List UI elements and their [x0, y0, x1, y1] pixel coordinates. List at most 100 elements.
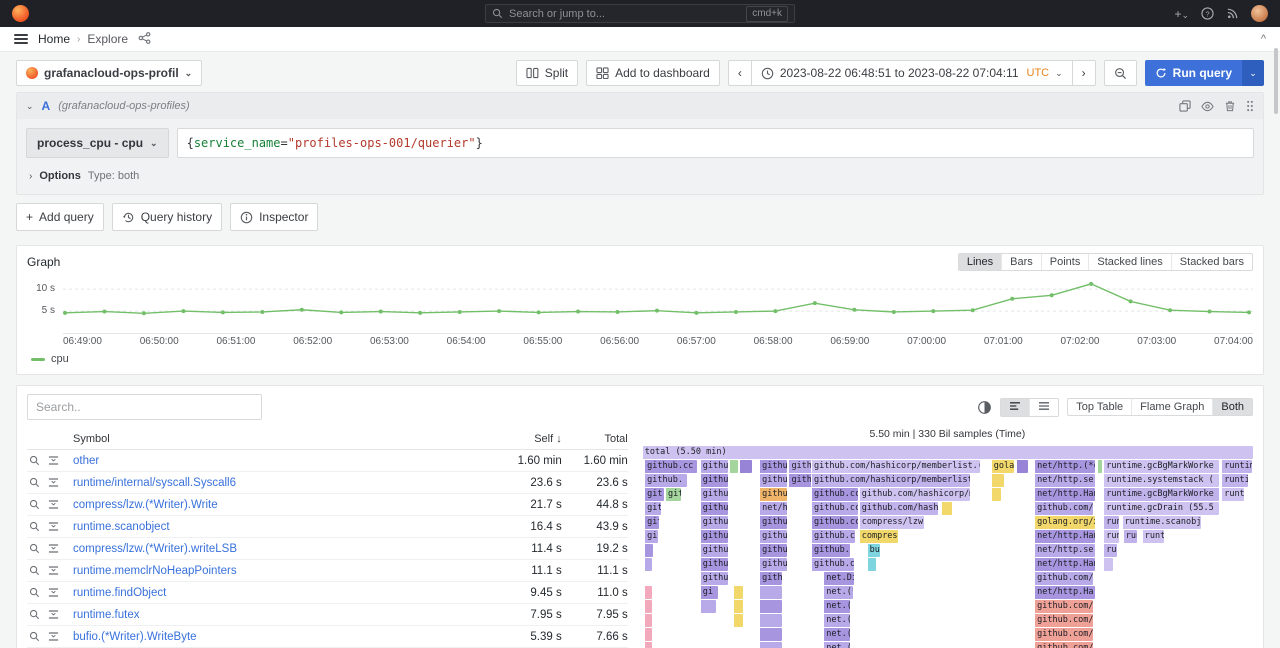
col-self[interactable]: Self ↓: [482, 433, 562, 445]
flame-block[interactable]: [644, 544, 653, 557]
flame-block[interactable]: git: [644, 516, 659, 529]
flame-block[interactable]: github.com/g: [1034, 642, 1093, 648]
flame-block[interactable]: runtime.gcBgMarkWorke: [1103, 460, 1219, 473]
flame-block[interactable]: [991, 474, 1004, 487]
flame-block[interactable]: github.c: [811, 530, 855, 543]
menu-toggle-icon[interactable]: [14, 32, 28, 46]
flame-block[interactable]: githu: [700, 502, 728, 515]
flame-block[interactable]: [991, 488, 1001, 501]
flame-block[interactable]: githu: [759, 544, 787, 557]
flame-block[interactable]: net.(: [823, 600, 850, 613]
flame-block[interactable]: githu: [759, 460, 787, 473]
inspector-button[interactable]: Inspector: [230, 203, 318, 231]
time-range-picker[interactable]: 2023-08-22 06:48:51 to 2023-08-22 07:04:…: [751, 60, 1072, 86]
flame-block[interactable]: github.com/f: [1034, 614, 1093, 627]
flame-block[interactable]: net/h: [759, 502, 787, 515]
flame-block[interactable]: [1016, 460, 1028, 473]
flame-block[interactable]: githu: [700, 460, 728, 473]
flame-block[interactable]: net.(: [823, 642, 850, 648]
help-icon[interactable]: ?: [1201, 7, 1214, 20]
flame-block[interactable]: runti: [1221, 474, 1248, 487]
flame-block[interactable]: [700, 600, 716, 613]
graph-mode-bars[interactable]: Bars: [1001, 254, 1041, 270]
flame-block[interactable]: [644, 642, 652, 648]
new-menu-button[interactable]: +⌄: [1174, 7, 1189, 21]
query-expression-input[interactable]: {service_name="profiles-ops-001/querier"…: [177, 128, 1254, 158]
sandwich-view-icon[interactable]: [48, 565, 59, 576]
graph-mode-lines[interactable]: Lines: [959, 254, 1001, 270]
flame-block[interactable]: [739, 460, 752, 473]
hide-query-icon[interactable]: [1201, 101, 1214, 112]
symbol-search-input[interactable]: [27, 394, 262, 420]
flame-block[interactable]: [759, 600, 782, 613]
search-symbol-icon[interactable]: [29, 477, 40, 488]
flame-block[interactable]: github.cc: [811, 502, 857, 515]
profile-type-picker[interactable]: process_cpu - cpu ⌄: [26, 128, 169, 158]
search-symbol-icon[interactable]: [29, 521, 40, 532]
flame-block[interactable]: [644, 614, 652, 627]
flame-block[interactable]: runti: [1221, 488, 1244, 501]
flame-block[interactable]: github.com/hashicorp: [859, 502, 938, 515]
flame-block[interactable]: [729, 460, 738, 473]
flame-block[interactable]: githu: [759, 572, 782, 585]
flame-block[interactable]: runtime.scanobje: [1122, 516, 1201, 529]
sandwich-view-icon[interactable]: [48, 499, 59, 510]
flame-block[interactable]: run: [1103, 544, 1116, 557]
flame-block[interactable]: github.com/hashicorp/memberli: [859, 488, 970, 501]
sandwich-view-icon[interactable]: [48, 631, 59, 642]
flame-block[interactable]: runtime.systemstack (: [1103, 474, 1219, 487]
symbol-link[interactable]: runtime/internal/syscall.Syscall6: [73, 477, 482, 489]
grafana-logo-icon[interactable]: [12, 5, 29, 22]
flame-block[interactable]: git: [644, 502, 661, 515]
symbol-link[interactable]: compress/lzw.(*Writer).writeLSB: [73, 543, 482, 555]
flame-block[interactable]: net/http.Har: [1034, 586, 1095, 599]
search-symbol-icon[interactable]: [29, 587, 40, 598]
flame-block[interactable]: run: [1103, 516, 1119, 529]
flame-block[interactable]: [867, 558, 877, 571]
add-query-button[interactable]: + Add query: [16, 203, 104, 231]
sandwich-view-icon[interactable]: [48, 587, 59, 598]
search-symbol-icon[interactable]: [29, 609, 40, 620]
flame-block[interactable]: runtime: [1221, 460, 1252, 473]
global-search[interactable]: cmd+k: [485, 4, 795, 23]
symbol-link[interactable]: bufio.(*Writer).WriteByte: [73, 631, 482, 643]
flame-block[interactable]: githu: [700, 530, 728, 543]
run-query-button[interactable]: Run query: [1145, 60, 1242, 86]
view-both[interactable]: Both: [1212, 399, 1252, 415]
flame-block[interactable]: net.Di: [823, 572, 854, 585]
flame-graph-canvas[interactable]: total (5.50 min)github.ccgithugithugithu…: [642, 446, 1253, 648]
flame-block[interactable]: [759, 586, 782, 599]
flame-block[interactable]: githu: [759, 530, 787, 543]
graph-mode-points[interactable]: Points: [1041, 254, 1089, 270]
align-left-icon[interactable]: [1001, 399, 1029, 416]
search-symbol-icon[interactable]: [29, 543, 40, 554]
flame-block[interactable]: githu: [700, 516, 728, 529]
flame-block[interactable]: github.com/hashicorp/memberlist.(: [811, 474, 970, 487]
symbol-link[interactable]: other: [73, 455, 482, 467]
flame-block[interactable]: net.(: [823, 614, 850, 627]
flame-block[interactable]: [1103, 558, 1113, 571]
flame-block[interactable]: git: [644, 530, 657, 543]
breadcrumb-explore[interactable]: Explore: [87, 32, 128, 46]
flame-block[interactable]: net.(: [823, 628, 850, 641]
flame-block[interactable]: github.com/g: [1034, 502, 1093, 515]
symbol-link[interactable]: compress/lzw.(*Writer).Write: [73, 499, 482, 511]
flame-block[interactable]: run: [1103, 530, 1119, 543]
time-back-button[interactable]: ‹: [728, 60, 751, 86]
run-query-caret[interactable]: ⌄: [1242, 60, 1264, 86]
symbol-link[interactable]: runtime.memclrNoHeapPointers: [73, 565, 482, 577]
query-history-button[interactable]: Query history: [112, 203, 222, 231]
flame-block[interactable]: net/http.ser: [1034, 474, 1095, 487]
flame-block[interactable]: github.cc: [811, 488, 857, 501]
flame-block[interactable]: [644, 558, 651, 571]
remove-query-icon[interactable]: [1224, 100, 1236, 112]
zoom-out-button[interactable]: [1104, 60, 1137, 86]
collapse-section-icon[interactable]: ^: [1261, 33, 1266, 45]
flame-block[interactable]: gi: [700, 586, 718, 599]
search-input[interactable]: [509, 8, 740, 20]
flame-block[interactable]: runtime.gcDrain (55.5: [1103, 502, 1219, 515]
flame-block[interactable]: github.cc: [644, 460, 697, 473]
flame-block[interactable]: githu: [700, 558, 728, 571]
sandwich-view-icon[interactable]: [48, 543, 59, 554]
flame-block[interactable]: net/http.Han: [1034, 488, 1095, 501]
